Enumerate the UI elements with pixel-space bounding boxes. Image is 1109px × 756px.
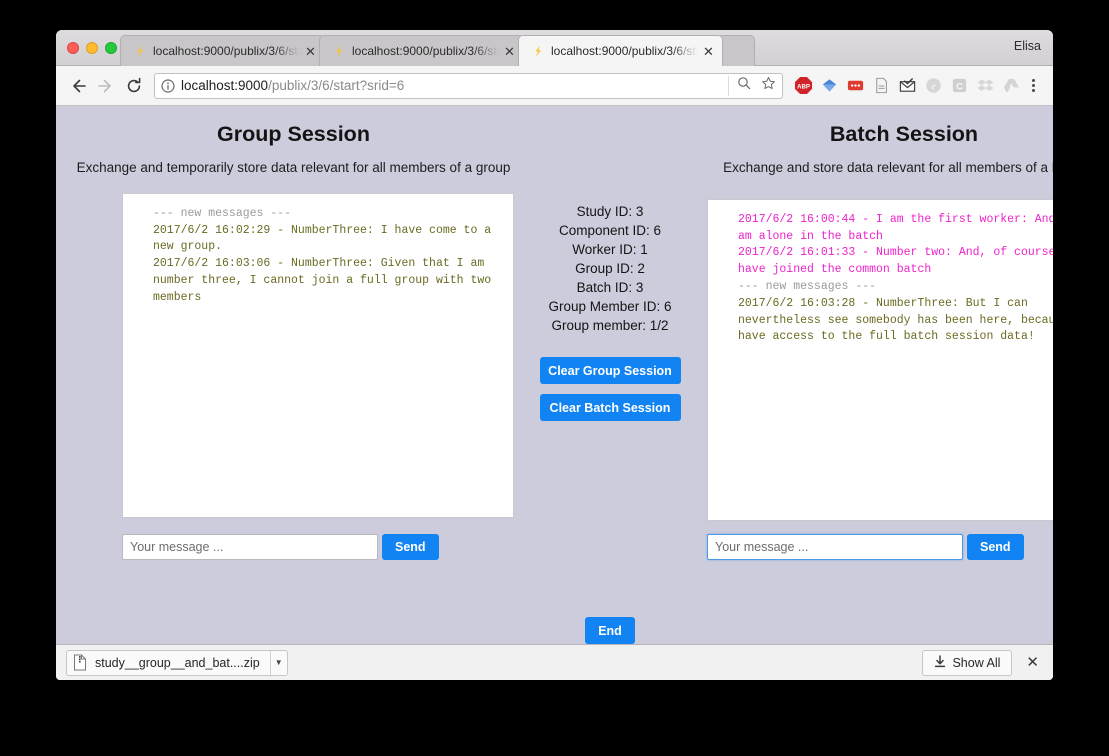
window-controls xyxy=(67,42,117,54)
batch-send-button[interactable]: Send xyxy=(967,533,1024,560)
info-group-member-id: Group Member ID: 6 xyxy=(548,299,672,315)
mail-icon[interactable] xyxy=(897,76,917,96)
bolt-icon xyxy=(332,44,346,58)
forward-arrow-icon xyxy=(92,72,120,100)
group-message-log[interactable]: --- new messages --- 2017/6/2 16:02:29 -… xyxy=(122,192,514,518)
log-line: --- new messages --- xyxy=(738,279,877,293)
show-all-label: Show All xyxy=(952,655,1001,670)
svg-text:e: e xyxy=(931,81,936,92)
download-shelf: study__group__and_bat....zip ▼ Show All … xyxy=(56,644,1053,680)
close-tab-icon[interactable]: ✕ xyxy=(502,44,517,59)
session-info-panel: Study ID: 3 Component ID: 6 Worker ID: 1… xyxy=(521,106,699,644)
group-message-input[interactable] xyxy=(122,533,378,560)
batch-session-title: Batch Session xyxy=(829,122,979,146)
log-line: 2017/6/2 16:03:06 - NumberThree: Given t… xyxy=(153,257,492,304)
browser-tab-1[interactable]: localhost:9000/publix/3/6/start ✕ xyxy=(120,35,325,66)
tab-title: localhost:9000/publix/3/6/start xyxy=(551,44,698,58)
svg-text:C: C xyxy=(956,81,963,92)
back-arrow-icon[interactable] xyxy=(64,72,92,100)
log-line: --- new messages --- xyxy=(153,206,292,220)
log-line: 2017/6/2 16:02:29 - NumberThree: I have … xyxy=(153,223,492,254)
batch-message-log[interactable]: 2017/6/2 16:00:44 - I am the first worke… xyxy=(707,198,1053,521)
three-dots-menu-icon[interactable] xyxy=(1021,79,1045,92)
download-file-name: study__group__and_bat....zip xyxy=(95,655,260,670)
clear-group-session-button[interactable]: Clear Group Session xyxy=(539,357,681,385)
url-path: /publix/3/6/start?srid=6 xyxy=(268,78,405,93)
info-component-id: Component ID: 6 xyxy=(558,223,662,239)
group-session-subtitle: Exchange and temporarily store data rele… xyxy=(76,160,511,175)
tab-title: localhost:9000/publix/3/6/start xyxy=(153,44,300,58)
info-batch-id: Batch ID: 3 xyxy=(576,280,644,296)
clear-batch-session-button[interactable]: Clear Batch Session xyxy=(539,394,681,422)
info-circle-icon[interactable] xyxy=(161,78,175,93)
group-session-title: Group Session xyxy=(217,122,370,146)
tab-list: localhost:9000/publix/3/6/start ✕ localh… xyxy=(120,35,755,66)
browser-toolbar: localhost:9000/publix/3/6/start?srid=6 A… xyxy=(56,66,1053,106)
maximize-window-button[interactable] xyxy=(105,42,117,54)
browser-window: localhost:9000/publix/3/6/start ✕ localh… xyxy=(56,30,1053,680)
batch-message-input[interactable] xyxy=(707,533,963,560)
close-tab-icon[interactable]: ✕ xyxy=(701,44,716,59)
session-info-list: Study ID: 3 Component ID: 6 Worker ID: 1… xyxy=(521,202,699,335)
info-group-member: Group member: 1/2 xyxy=(551,318,669,334)
batch-message-input-row: Send xyxy=(707,533,1053,560)
close-window-button[interactable] xyxy=(67,42,79,54)
caret-down-icon[interactable]: ▼ xyxy=(269,650,287,675)
group-session-panel: Group Session Exchange and temporarily s… xyxy=(66,106,521,560)
star-icon[interactable] xyxy=(761,76,776,96)
browser-tab-3-active[interactable]: localhost:9000/publix/3/6/start ✕ xyxy=(518,35,723,66)
close-icon[interactable]: ✕ xyxy=(1022,655,1043,670)
minimize-window-button[interactable] xyxy=(86,42,98,54)
bolt-icon xyxy=(133,44,147,58)
info-study-id: Study ID: 3 xyxy=(576,204,644,219)
svg-text:ABP: ABP xyxy=(797,84,810,91)
address-bar[interactable]: localhost:9000/publix/3/6/start?srid=6 xyxy=(154,72,783,99)
download-item[interactable]: study__group__and_bat....zip ▼ xyxy=(66,649,288,676)
show-all-downloads-button[interactable]: Show All xyxy=(922,649,1013,676)
google-drive-icon[interactable] xyxy=(1001,76,1021,96)
adblock-plus-icon[interactable]: ABP xyxy=(793,76,813,96)
bolt-icon xyxy=(531,44,545,58)
url-host: localhost:9000 xyxy=(181,78,269,93)
close-tab-icon[interactable]: ✕ xyxy=(303,44,318,59)
search-icon[interactable] xyxy=(737,76,751,95)
tab-strip: localhost:9000/publix/3/6/start ✕ localh… xyxy=(56,30,1053,66)
log-line: 2017/6/2 16:01:33 - Number two: And, of … xyxy=(738,246,1053,277)
evernote-icon[interactable]: e xyxy=(923,76,943,96)
info-worker-id: Worker ID: 1 xyxy=(572,242,648,258)
extension-toolbar: ABP e C xyxy=(789,76,1021,96)
reload-icon[interactable] xyxy=(120,72,148,100)
info-group-id: Group ID: 2 xyxy=(575,261,645,277)
batch-session-subtitle: Exchange and store data relevant for all… xyxy=(723,160,1053,175)
c-square-icon[interactable]: C xyxy=(949,76,969,96)
blue-diamond-icon[interactable] xyxy=(819,76,839,96)
end-button[interactable]: End xyxy=(585,617,635,644)
tab-title: localhost:9000/publix/3/6/start xyxy=(352,44,499,58)
zip-file-icon xyxy=(67,654,93,671)
download-arrow-icon xyxy=(934,654,946,671)
browser-tab-2[interactable]: localhost:9000/publix/3/6/start ✕ xyxy=(319,35,524,66)
url-text: localhost:9000/publix/3/6/start?srid=6 xyxy=(181,78,720,93)
log-line: 2017/6/2 16:00:44 - I am the first worke… xyxy=(738,212,1053,243)
group-message-input-row: Send xyxy=(122,533,521,560)
profile-name[interactable]: Elisa xyxy=(1014,39,1041,53)
dropbox-icon[interactable] xyxy=(975,76,995,96)
page-content: Group Session Exchange and temporarily s… xyxy=(56,106,1053,644)
log-line: 2017/6/2 16:03:28 - NumberThree: But I c… xyxy=(738,296,1053,344)
red-dots-icon[interactable] xyxy=(845,76,865,96)
group-send-button[interactable]: Send xyxy=(382,533,439,560)
document-icon[interactable] xyxy=(871,76,891,96)
batch-session-panel: Batch Session Exchange and store data re… xyxy=(699,106,1053,560)
